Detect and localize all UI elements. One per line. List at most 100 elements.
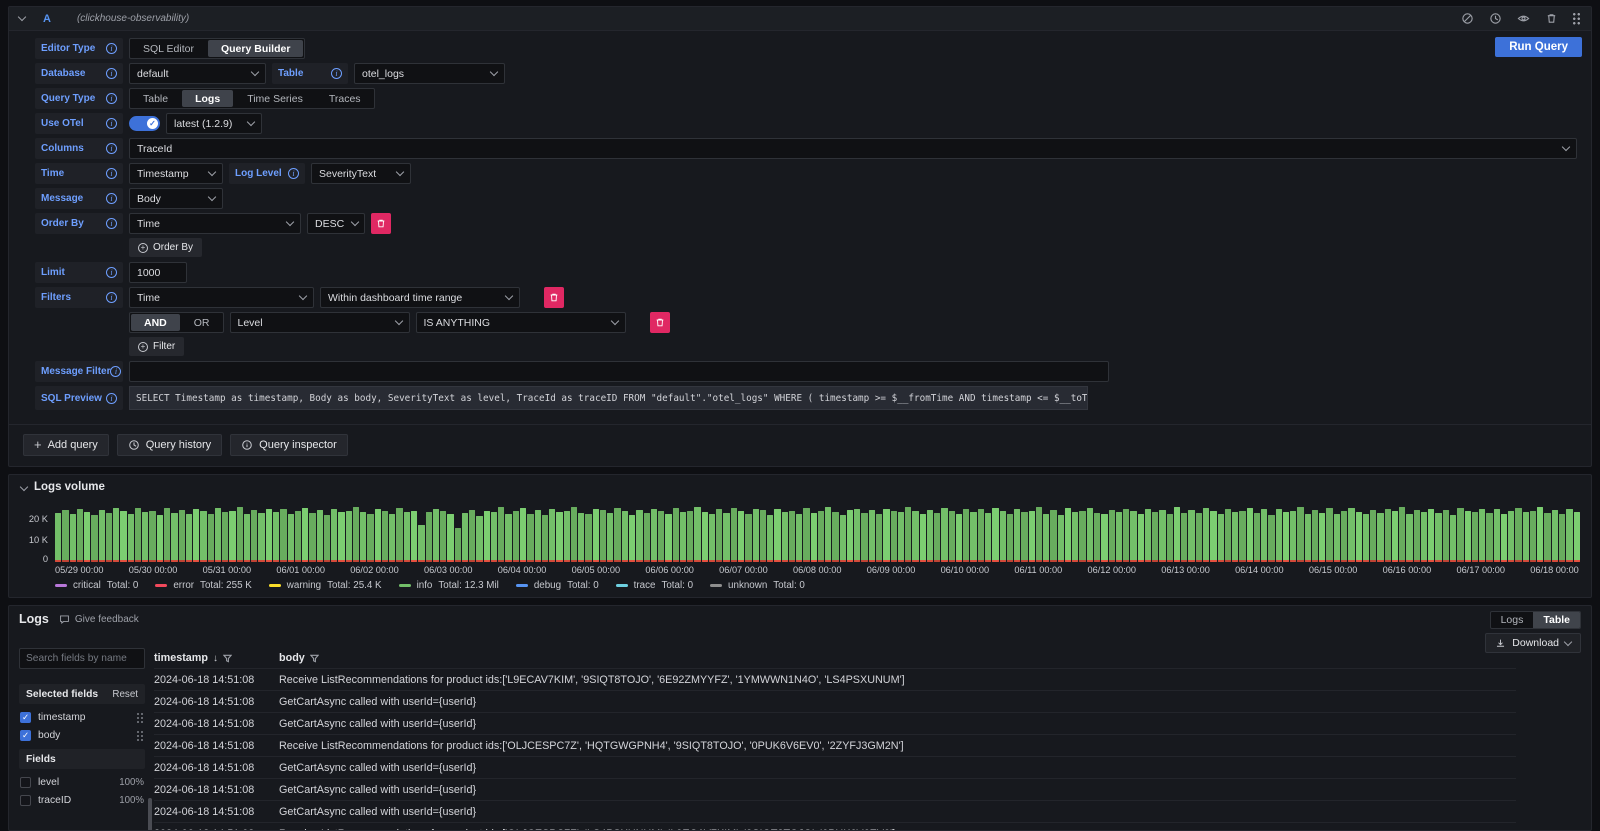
info-icon[interactable]: i [106,118,117,129]
drag-handle-icon[interactable] [1572,12,1581,25]
legend-item[interactable]: info Total: 12.3 Mil [399,580,499,591]
legend-item[interactable]: warning Total: 25.4 K [269,580,382,591]
info-icon[interactable]: i [110,366,121,377]
info-icon[interactable]: i [106,43,117,54]
drag-handle-icon[interactable] [136,712,144,723]
volume-bar [1566,509,1572,562]
filter1-operator-select[interactable]: Within dashboard time range [320,287,520,308]
view-table-option[interactable]: Table [1533,612,1580,628]
message-column-select[interactable]: Body [129,188,223,209]
use-otel-toggle[interactable]: ✓ [129,116,160,131]
time-column-select[interactable]: Timestamp [129,163,223,184]
order-by-field-select[interactable]: Time [129,213,301,234]
volume-bar [1152,512,1158,562]
add-order-by-button[interactable]: + Order By [129,238,202,257]
field-checkbox[interactable] [20,777,31,788]
message-filter-input[interactable] [129,361,1109,382]
info-icon[interactable]: i [106,93,117,104]
limit-input[interactable]: 1000 [129,262,187,283]
database-select[interactable]: default [129,63,266,84]
table-row[interactable]: 2024-06-18 14:51:08 Receive ListRecommen… [154,735,1516,757]
legend-item[interactable]: unknown Total: 0 [710,580,805,591]
history-icon[interactable] [1488,12,1502,26]
tab-table[interactable]: Table [130,89,181,108]
info-icon[interactable]: i [106,267,117,278]
order-by-direction-select[interactable]: DESC [307,213,365,234]
legend-item[interactable]: error Total: 255 K [155,580,251,591]
legend-item[interactable]: trace Total: 0 [616,580,693,591]
table-row[interactable]: 2024-06-18 14:51:08 GetCartAsync called … [154,801,1516,823]
query-builder-form: Editor Type i SQL Editor Query Builder D… [9,31,1591,410]
tab-sql-editor[interactable]: SQL Editor [130,39,207,58]
download-button[interactable]: Download [1485,633,1581,653]
table-select[interactable]: otel_logs [354,63,505,84]
remove-order-by-button[interactable] [371,213,391,234]
info-icon[interactable]: i [106,292,117,303]
reset-button[interactable]: Reset [112,689,138,700]
trash-icon[interactable] [1544,12,1558,26]
run-query-button[interactable]: Run Query [1495,37,1582,57]
table-row[interactable]: 2024-06-18 14:51:08 GetCartAsync called … [154,757,1516,779]
table-row[interactable]: 2024-06-18 14:51:08 GetCartAsync called … [154,713,1516,735]
tab-query-builder[interactable]: Query Builder [208,40,303,57]
volume-bar [796,514,802,562]
sql-preview-code[interactable]: SELECT Timestamp as timestamp, Body as b… [129,386,1088,410]
timestamp-column-header[interactable]: timestamp ↓ [154,652,279,664]
remove-filter1-button[interactable] [544,287,564,308]
table-row[interactable]: 2024-06-18 14:51:08 Receive ListRecommen… [154,823,1516,831]
tab-logs[interactable]: Logs [182,90,233,107]
legend-item[interactable]: critical Total: 0 [55,580,138,591]
logs-volume-header[interactable]: Logs volume [21,481,1579,493]
otel-version-select[interactable]: latest (1.2.9) [166,113,262,134]
volume-bar [91,515,97,562]
collapse-chevron-icon[interactable] [18,13,26,21]
funnel-icon[interactable] [223,654,232,663]
query-inspector-button[interactable]: Query inspector [230,434,348,456]
sort-desc-icon[interactable]: ↓ [213,653,218,664]
info-icon[interactable]: i [106,168,117,179]
funnel-icon[interactable] [310,654,319,663]
filter2-field-select[interactable]: Level [230,312,410,333]
info-icon[interactable]: i [331,68,342,79]
volume-bar [1174,507,1180,562]
legend-item[interactable]: debug Total: 0 [516,580,599,591]
add-query-button[interactable]: + Add query [23,434,109,456]
volume-bar [956,514,962,562]
log-level-select[interactable]: SeverityText [311,163,411,184]
disable-query-icon[interactable] [1460,12,1474,26]
filter1-field-select[interactable]: Time [129,287,314,308]
info-icon[interactable]: i [106,143,117,154]
tab-time-series[interactable]: Time Series [234,89,316,108]
table-scrollbar[interactable] [145,648,154,831]
columns-multiselect[interactable]: TraceId [129,138,1577,159]
table-row[interactable]: 2024-06-18 14:51:08 GetCartAsync called … [154,691,1516,713]
give-feedback-link[interactable]: Give feedback [59,614,139,625]
drag-handle-icon[interactable] [136,730,144,741]
bool-or[interactable]: OR [181,313,223,332]
body-column-header[interactable]: body [279,652,1516,664]
info-icon[interactable]: i [106,68,117,79]
tab-traces[interactable]: Traces [316,89,374,108]
table-row[interactable]: 2024-06-18 14:51:08 Receive ListRecommen… [154,669,1516,691]
field-checkbox[interactable]: ✓ [20,730,31,741]
table-row[interactable]: 2024-06-18 14:51:08 GetCartAsync called … [154,779,1516,801]
volume-bar [1014,509,1020,562]
search-fields-input[interactable]: Search fields by name [19,648,145,669]
remove-filter2-button[interactable] [650,312,670,333]
bool-and[interactable]: AND [131,314,180,331]
info-icon[interactable]: i [106,193,117,204]
query-history-button[interactable]: Query history [117,434,222,456]
info-icon[interactable]: i [106,393,117,404]
volume-bar [455,528,461,562]
info-icon[interactable]: i [288,168,299,179]
volume-bar [382,511,388,562]
add-filter-button[interactable]: + Filter [129,337,184,356]
filter2-operator-select[interactable]: IS ANYTHING [416,312,626,333]
scrollbar-thumb[interactable] [148,798,152,831]
eye-icon[interactable] [1516,12,1530,26]
view-logs-option[interactable]: Logs [1491,612,1534,628]
field-checkbox[interactable] [20,795,31,806]
field-checkbox[interactable]: ✓ [20,712,31,723]
info-icon[interactable]: i [106,218,117,229]
x-tick: 05/31 00:00 [203,565,252,575]
